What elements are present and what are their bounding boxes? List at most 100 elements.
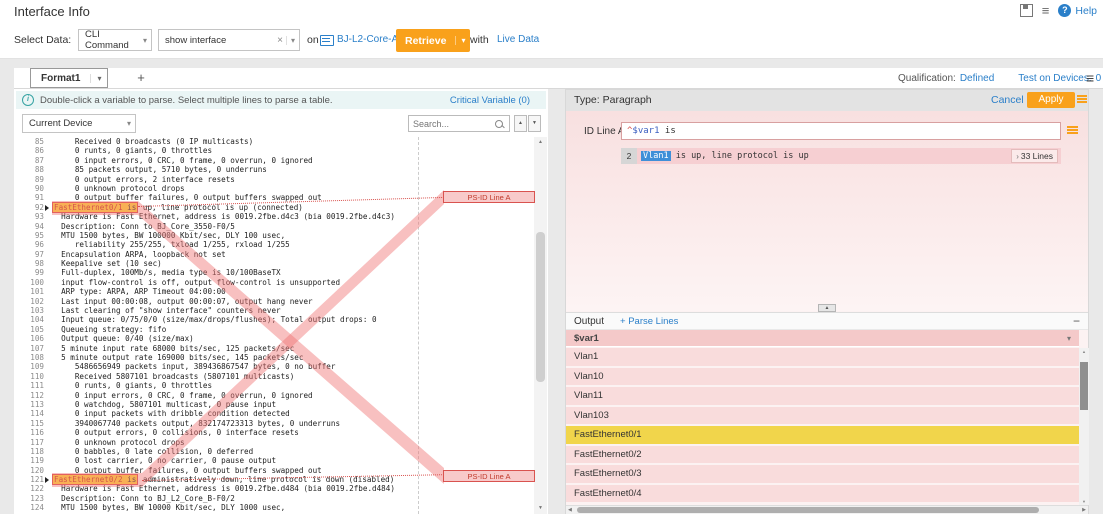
scroll-right-icon[interactable]: ▶: [1082, 506, 1086, 514]
find-next-button[interactable]: ▼: [528, 115, 541, 132]
parse-lines-link[interactable]: + Parse Lines: [620, 316, 678, 327]
help-button[interactable]: ? Help: [1058, 4, 1097, 17]
scroll-down-icon[interactable]: ▼: [1079, 499, 1089, 504]
code-line[interactable]: 124 MTU 1500 bytes, BW 10000 Kbit/sec, D…: [14, 503, 532, 512]
save-icon[interactable]: [1020, 4, 1033, 17]
code-scrollbar[interactable]: ▲ ▼: [534, 137, 547, 514]
sample-variable-token[interactable]: Vlan1: [641, 151, 671, 161]
code-line[interactable]: 119 0 lost carrier, 0 no carrier, 0 paus…: [14, 456, 532, 465]
code-line[interactable]: 99 Full-duplex, 100Mb/s, media type is 1…: [14, 268, 532, 277]
code-line[interactable]: 109 5486656949 packets input, 3894368675…: [14, 362, 532, 371]
code-line[interactable]: 104 Input queue: 0/75/0/0 (size/max/drop…: [14, 315, 532, 324]
code-line[interactable]: 86 0 runts, 0 giants, 0 throttles: [14, 146, 532, 155]
tab-format1[interactable]: Format1 ▾: [30, 68, 108, 88]
splitter-handle-icon[interactable]: ▲: [818, 304, 836, 312]
code-line[interactable]: 105 Queueing strategy: fifo: [14, 325, 532, 334]
code-line[interactable]: 100 input flow-control is off, output fl…: [14, 278, 532, 287]
output-row[interactable]: Vlan10: [566, 368, 1079, 386]
clear-icon[interactable]: ×: [274, 35, 286, 46]
output-column-header[interactable]: $var1 ▾: [566, 330, 1079, 347]
source-type-dropdown[interactable]: CLI Command ▾: [78, 29, 152, 51]
code-line[interactable]: 123 Description: Conn to BJ_L2_Core_B-F0…: [14, 494, 532, 503]
current-device-dropdown[interactable]: Current Device ▾: [22, 114, 136, 133]
sample-line-row[interactable]: Vlan1 is up, line protocol is up › 33 Li…: [637, 148, 1061, 164]
scroll-up-icon[interactable]: ▲: [534, 137, 547, 148]
output-row[interactable]: FastEthernet0/4: [566, 485, 1079, 503]
command-input[interactable]: show interface × ▾: [158, 29, 300, 51]
minimize-icon[interactable]: −: [1073, 316, 1080, 326]
code-line[interactable]: 92FastEthernet0/1 is up, line protocol i…: [14, 203, 532, 212]
output-row[interactable]: Vlan11: [566, 387, 1079, 405]
apply-button[interactable]: Apply: [1027, 92, 1075, 108]
pattern-menu-icon[interactable]: [1067, 126, 1078, 136]
code-line[interactable]: 116 0 output errors, 0 collisions, 0 int…: [14, 428, 532, 437]
scrollbar-thumb[interactable]: [1080, 362, 1088, 410]
output-row[interactable]: FastEthernet0/3: [566, 465, 1079, 483]
code-line[interactable]: 98 Keepalive set (10 sec): [14, 259, 532, 268]
live-data-link[interactable]: Live Data: [497, 34, 539, 45]
code-line[interactable]: 108 5 minute output rate 169000 bits/sec…: [14, 353, 532, 362]
line-text: 0 babbles, 0 late collision, 0 deferred: [44, 447, 253, 456]
hamburger-menu-icon[interactable]: ≡: [1086, 70, 1094, 86]
code-line[interactable]: 117 0 unknown protocol drops: [14, 438, 532, 447]
test-on-devices-label[interactable]: Test on Devices:: [1018, 73, 1091, 84]
code-line[interactable]: 97 Encapsulation ARPA, loopback not set: [14, 250, 532, 259]
output-row[interactable]: Vlan103: [566, 407, 1079, 425]
ps-id-tag[interactable]: PS-ID Line A: [443, 470, 535, 482]
code-line[interactable]: 106 Output queue: 0/40 (size/max): [14, 334, 532, 343]
output-row[interactable]: Vlan1: [566, 348, 1079, 366]
qualification-value-link[interactable]: Defined: [960, 73, 994, 84]
id-line-pattern-input[interactable]: ^$var1 is: [621, 122, 1061, 140]
code-line[interactable]: 85 Received 0 broadcasts (0 IP multicast…: [14, 137, 532, 146]
code-line[interactable]: 89 0 output errors, 2 interface resets: [14, 175, 532, 184]
chevron-down-icon[interactable]: ▾: [90, 74, 107, 83]
scroll-down-icon[interactable]: ▼: [534, 503, 547, 514]
ps-id-tag[interactable]: PS-ID Line A: [443, 191, 535, 203]
code-line[interactable]: 88 85 packets output, 5710 bytes, 0 unde…: [14, 165, 532, 174]
panel-menu-icon[interactable]: [1077, 95, 1087, 105]
code-line[interactable]: 122 Hardware is Fast Ethernet, address i…: [14, 484, 532, 493]
search-icon[interactable]: [495, 120, 503, 128]
code-line[interactable]: 93 Hardware is Fast Ethernet, address is…: [14, 212, 532, 221]
code-line[interactable]: 112 0 input errors, 0 CRC, 0 frame, 0 ov…: [14, 391, 532, 400]
code-line[interactable]: 95 MTU 1500 bytes, BW 100000 Kbit/sec, D…: [14, 231, 532, 240]
id-line-highlight[interactable]: FastEthernet0/1 is: [52, 202, 138, 213]
code-line[interactable]: 113 0 watchdog, 5807101 multicast, 0 pau…: [14, 400, 532, 409]
test-on-devices-value[interactable]: 0: [1096, 73, 1102, 84]
code-line[interactable]: 87 0 input errors, 0 CRC, 0 frame, 0 ove…: [14, 156, 532, 165]
critical-variable-link[interactable]: Critical Variable (0): [450, 95, 530, 106]
code-line[interactable]: 102 Last input 00:00:08, output 00:00:07…: [14, 297, 532, 306]
find-previous-button[interactable]: ▲: [514, 115, 527, 132]
code-line[interactable]: 103 Last clearing of "show interface" co…: [14, 306, 532, 315]
cancel-button[interactable]: Cancel: [991, 94, 1024, 106]
scrollbar-thumb[interactable]: [577, 507, 1039, 513]
code-line[interactable]: 115 3940067740 packets output, 832174723…: [14, 419, 532, 428]
code-line[interactable]: 107 5 minute input rate 68000 bits/sec, …: [14, 344, 532, 353]
line-text: Last clearing of "show interface" counte…: [44, 306, 281, 315]
output-scrollbar[interactable]: ▲ ▼: [1079, 348, 1089, 505]
code-line[interactable]: 114 0 input packets with dribble conditi…: [14, 409, 532, 418]
output-row[interactable]: FastEthernet0/2: [566, 446, 1079, 464]
retrieve-button[interactable]: Retrieve ▾: [396, 29, 470, 52]
id-line-highlight[interactable]: FastEthernet0/2 is: [52, 474, 138, 485]
code-line[interactable]: 118 0 babbles, 0 late collision, 0 defer…: [14, 447, 532, 456]
code-line[interactable]: 111 0 runts, 0 giants, 0 throttles: [14, 381, 532, 390]
search-input[interactable]: [409, 118, 495, 130]
output-horizontal-scrollbar[interactable]: ◀ ▶: [566, 505, 1088, 514]
add-tab-button[interactable]: +: [132, 70, 150, 86]
output-row[interactable]: FastEthernet0/1: [566, 426, 1079, 444]
chevron-down-icon[interactable]: ▾: [286, 36, 299, 45]
list-menu-icon[interactable]: ≡: [1042, 5, 1050, 16]
code-line[interactable]: 96 reliability 255/255, txload 1/255, rx…: [14, 240, 532, 249]
matched-lines-chip[interactable]: › 33 Lines: [1011, 149, 1058, 163]
device-link[interactable]: BJ-L2-Core-A: [337, 34, 398, 45]
chevron-down-icon[interactable]: ▾: [1067, 334, 1071, 343]
scroll-up-icon[interactable]: ▲: [1079, 349, 1089, 354]
code-line[interactable]: 101 ARP type: ARPA, ARP Timeout 04:00:00: [14, 287, 532, 296]
chevron-down-icon[interactable]: ▾: [455, 36, 470, 45]
code-line[interactable]: 94 Description: Conn to BJ_Core_3550-F0/…: [14, 222, 532, 231]
scrollbar-thumb[interactable]: [536, 232, 545, 382]
scroll-left-icon[interactable]: ◀: [568, 506, 572, 514]
code-line[interactable]: 110 Received 5807101 broadcasts (5807101…: [14, 372, 532, 381]
search-box[interactable]: [408, 115, 510, 132]
